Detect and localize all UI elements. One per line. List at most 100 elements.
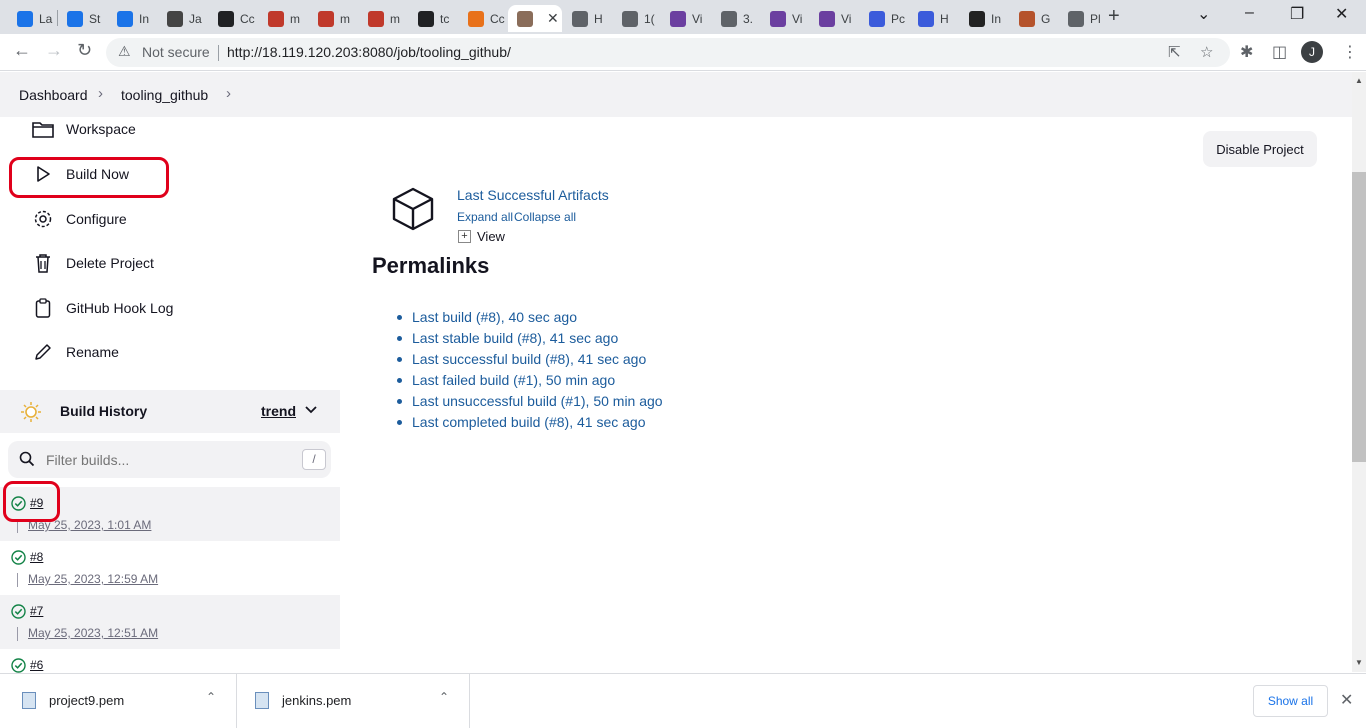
build-date-link[interactable]: May 25, 2023, 12:59 AM [28, 572, 158, 586]
close-downloads-icon[interactable]: ✕ [1340, 690, 1353, 710]
browser-tab[interactable]: Cc [459, 5, 507, 32]
tab-favicon-icon [318, 10, 334, 27]
last-successful-artifacts-link[interactable]: Last Successful Artifacts [457, 187, 609, 203]
tab-favicon-icon [368, 10, 384, 27]
browser-tab[interactable]: m [259, 5, 308, 32]
build-row[interactable]: #6 [0, 649, 340, 673]
minimize-icon[interactable]: – [1245, 4, 1254, 22]
not-secure-label[interactable]: Not secure [142, 44, 210, 60]
tab-label: m [390, 11, 400, 26]
collapse-all-link[interactable]: Collapse all [514, 210, 576, 224]
browser-tab[interactable]: Cc [209, 5, 258, 32]
extensions-icon[interactable]: ✱ [1240, 42, 1253, 62]
scroll-down-arrow-icon[interactable]: ▼ [1355, 658, 1363, 667]
download-item[interactable]: project9.pem ⌃ [0, 674, 237, 728]
task-label: Configure [66, 211, 127, 227]
task-configure[interactable]: Configure [30, 204, 127, 234]
expand-plus-icon[interactable]: + [458, 230, 471, 243]
breadcrumb-job[interactable]: tooling_github [121, 87, 208, 103]
chevron-up-icon[interactable]: ⌃ [439, 690, 449, 704]
disable-project-button[interactable]: Disable Project [1203, 131, 1317, 167]
bookmark-star-icon[interactable]: ☆ [1200, 43, 1213, 61]
filter-builds-box[interactable]: / [8, 441, 331, 478]
task-delete-project[interactable]: Delete Project [30, 248, 154, 278]
task-workspace[interactable]: Workspace [30, 114, 136, 144]
back-icon[interactable]: ← [13, 40, 31, 61]
success-check-icon [11, 604, 26, 624]
tab-label: Vi [692, 11, 703, 26]
browser-tab[interactable]: Pl [1059, 5, 1108, 32]
tab-search-icon[interactable]: ⌄ [1197, 4, 1210, 24]
url-text[interactable]: http://18.119.120.203:8080/job/tooling_g… [227, 44, 511, 60]
side-panel-icon[interactable]: ◫ [1272, 42, 1287, 62]
build-date-link[interactable]: May 25, 2023, 12:51 AM [28, 626, 158, 640]
restore-icon[interactable]: ❐ [1290, 4, 1304, 24]
reload-icon[interactable]: ↻ [77, 40, 92, 61]
task-github-hook-log[interactable]: GitHub Hook Log [30, 293, 173, 323]
browser-tab[interactable]: Pc [860, 5, 908, 32]
new-tab-button[interactable]: + [1108, 5, 1120, 28]
browser-tab[interactable]: Vi [810, 5, 859, 32]
chevron-down-icon[interactable] [304, 403, 318, 422]
trend-link[interactable]: trend [261, 403, 296, 419]
artifact-view-item[interactable]: View [477, 229, 505, 244]
browser-tab[interactable]: In [960, 5, 1009, 32]
tab-favicon-icon [17, 10, 33, 27]
browser-tab[interactable]: m [309, 5, 358, 32]
browser-tab[interactable]: m [359, 5, 408, 32]
chevron-right-icon[interactable]: › [226, 85, 231, 102]
tab-favicon-icon [969, 10, 985, 27]
tab-close-icon[interactable]: ✕ [547, 10, 559, 27]
address-bar[interactable]: ⚠ Not secure http://18.119.120.203:8080/… [106, 38, 1230, 67]
chevron-up-icon[interactable]: ⌃ [206, 690, 216, 704]
share-icon[interactable]: ⇱ [1168, 43, 1181, 61]
filter-builds-input[interactable] [46, 452, 286, 468]
browser-tab[interactable]: H [909, 5, 959, 32]
permalinks-list: Last build (#8), 40 sec ago Last stable … [397, 309, 663, 435]
browser-tab[interactable]: tc [409, 5, 458, 32]
tab-favicon-icon [819, 10, 835, 27]
menu-kebab-icon[interactable]: ⋮ [1342, 42, 1358, 62]
browser-tab[interactable]: Vi [661, 5, 711, 32]
browser-tab[interactable]: Vi [761, 5, 809, 32]
keyboard-shortcut-hint: / [302, 449, 326, 470]
scrollbar-thumb[interactable] [1352, 172, 1366, 462]
permalink-last-successful-build[interactable]: Last successful build (#8), 41 sec ago [397, 351, 663, 372]
permalink-last-stable-build[interactable]: Last stable build (#8), 41 sec ago [397, 330, 663, 351]
tab-label: G [1041, 11, 1051, 26]
tab-label: Cc [240, 11, 255, 26]
profile-avatar[interactable]: J [1301, 41, 1323, 63]
tab-favicon-icon [572, 10, 588, 27]
permalink-last-build[interactable]: Last build (#8), 40 sec ago [397, 309, 663, 330]
forward-icon[interactable]: → [45, 40, 63, 61]
build-number-link[interactable]: #7 [30, 604, 43, 618]
build-row[interactable]: #8 May 25, 2023, 12:59 AM [0, 541, 340, 595]
browser-tab[interactable]: ✕ [508, 5, 562, 32]
build-row[interactable]: #7 May 25, 2023, 12:51 AM [0, 595, 340, 649]
permalink-last-completed-build[interactable]: Last completed build (#8), 41 sec ago [397, 414, 663, 435]
task-rename[interactable]: Rename [30, 337, 119, 367]
browser-tab[interactable]: G [1010, 5, 1058, 32]
browser-tab[interactable]: H [563, 5, 612, 32]
build-number-link[interactable]: #6 [30, 658, 43, 672]
download-item[interactable]: jenkins.pem ⌃ [237, 674, 470, 728]
permalink-last-failed-build[interactable]: Last failed build (#1), 50 min ago [397, 372, 663, 393]
scroll-up-arrow-icon[interactable]: ▲ [1355, 76, 1363, 85]
permalink-last-unsuccessful-build[interactable]: Last unsuccessful build (#1), 50 min ago [397, 393, 663, 414]
expand-all-link[interactable]: Expand all [457, 210, 513, 224]
breadcrumb-dashboard[interactable]: Dashboard [19, 87, 88, 103]
close-window-icon[interactable]: ✕ [1335, 4, 1348, 24]
browser-tab[interactable]: Ja [158, 5, 208, 32]
browser-tab[interactable]: 3. [712, 5, 760, 32]
success-check-icon [11, 658, 26, 673]
browser-tab[interactable]: St [58, 5, 107, 32]
permalinks-heading: Permalinks [372, 253, 490, 278]
build-number-link[interactable]: #8 [30, 550, 43, 564]
browser-tab[interactable]: In [108, 5, 157, 32]
browser-tab[interactable]: 1( [613, 5, 660, 32]
tab-label: Pc [891, 11, 906, 26]
tab-favicon-icon [670, 10, 686, 27]
browser-tab[interactable]: La [8, 5, 57, 32]
weather-sunny-icon [20, 401, 42, 428]
show-all-downloads-button[interactable]: Show all [1253, 685, 1328, 717]
